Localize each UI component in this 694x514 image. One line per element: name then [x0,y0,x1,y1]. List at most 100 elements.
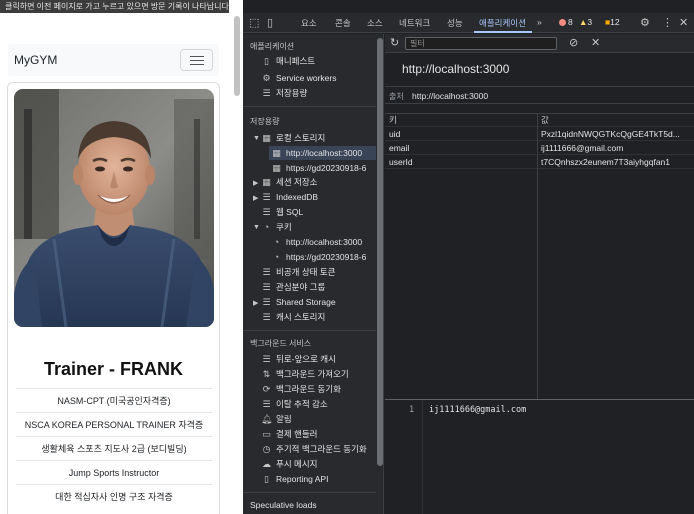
table-row-selected[interactable]: email ij1111666@gmail.com [385,142,694,155]
sidebar-scrollbar-thumb[interactable] [377,38,383,466]
sidebar-item-service-workers[interactable]: ⚙ Service workers [261,71,336,85]
sidebar-item-cookies[interactable]: ◔ 쿠키 [261,220,292,234]
tab-elements[interactable]: 요소 [301,17,317,29]
tab-application[interactable]: 애플리케이션 [479,17,526,29]
sidebar-item-bounce-tracking[interactable]: ☰ 이탈 추적 감소 [261,397,327,411]
database-icon: ☰ [262,88,271,98]
inspect-element-icon[interactable]: ⬚ [249,16,259,30]
sidebar-scrollbar[interactable] [376,34,384,514]
section-divider [243,106,376,107]
sidebar-item-push-messaging[interactable]: ☁ 푸시 메시지 [261,457,317,471]
sidebar-item-background-fetch[interactable]: ⇅ 백그라운드 가져오기 [261,367,349,381]
sidebar-item-interest-groups[interactable]: ☰ 관심분야 그룹 [261,280,325,294]
sidebar-item-local-origin[interactable]: ▦ http://localhost:3000 [269,146,376,160]
sidebar-item-label: https://gd20230918-6 [286,252,367,262]
sidebar-item-periodic-sync[interactable]: ◷ 주기적 백그라운드 동기화 [261,442,367,456]
clear-all-icon[interactable]: ⊘ [569,36,578,50]
sidebar-item-payment-handler[interactable]: ▭ 결제 핸들러 [261,427,317,441]
section-divider [243,330,376,331]
origin-heading: http://localhost:3000 [402,62,510,76]
refresh-icon[interactable]: ↻ [390,36,399,50]
sidebar-item-label: 비공개 상태 토큰 [276,267,336,277]
table-icon: ▦ [272,163,281,173]
sidebar-item-label: 주기적 백그라운드 동기화 [276,444,367,454]
expand-arrow-icon[interactable]: ▼ [253,135,260,142]
column-header-value[interactable]: 값 [541,114,691,127]
database-icon: ☰ [262,297,271,307]
sidebar-item-label: http://localhost:3000 [286,148,363,158]
collapse-arrow-icon[interactable]: ▶ [253,299,258,307]
cookie-icon: ◔ [263,222,270,232]
tab-network[interactable]: 네트워크 [399,17,430,29]
error-badge[interactable]: 8 [559,17,573,27]
sidebar-item-manifest[interactable]: ▯ 매니페스트 [261,54,315,68]
sidebar-item-bfcache[interactable]: ☰ 뒤로-앞으로 캐시 [261,352,336,366]
sidebar-item-label: 결제 핸들러 [276,429,318,439]
sidebar-item-websql[interactable]: ☰ 웹 SQL [261,205,303,219]
preview-value-text: ij1111666@gmail.com [429,405,527,415]
tab-performance[interactable]: 성능 [447,17,463,29]
warning-badge[interactable]: ▲3 [579,17,592,27]
row-value: Pxzl1qidnNWQGTKcQgGE4TkT5d... [541,129,680,139]
arrows-updown-icon: ⇅ [262,369,271,379]
issues-badge[interactable]: ■12 [605,17,620,27]
clock-icon: ◷ [262,444,271,454]
filter-toolbar: ↻ ⊘ ✕ [385,34,694,53]
sidebar-item-cache-storage[interactable]: ☰ 캐시 스토리지 [261,310,325,324]
device-toolbar-icon[interactable]: ▯ [267,16,273,30]
gear-icon: ⚙ [262,73,271,83]
sidebar-item-cookie-origin-2[interactable]: ◔ https://gd20230918-6 [271,250,367,264]
sidebar-item-label: https://gd20230918-6 [286,163,367,173]
database-icon: ☰ [262,282,271,292]
database-icon: ☰ [262,267,271,277]
sidebar-item-cookie-origin[interactable]: ◔ http://localhost:3000 [271,235,362,249]
page-scrollbar[interactable] [234,16,240,96]
sidebar-item-shared-storage[interactable]: ☰ Shared Storage [261,295,335,309]
sidebar-item-local-origin-2[interactable]: ▦ https://gd20230918-6 [271,161,366,175]
section-title-background-services: 백그라운드 서비스 [250,339,312,348]
delete-selected-icon[interactable]: ✕ [591,36,600,50]
sidebar-item-label: 관심분야 그룹 [276,282,326,292]
settings-gear-icon[interactable]: ⚙ [640,16,650,30]
sidebar-item-label: IndexedDB [276,192,319,202]
back-button-tooltip: 클릭하면 이전 페이지로 가고 누르고 있으면 방문 기록이 나타납니다. [0,0,229,13]
sidebar-item-label: 백그라운드 동기화 [276,384,341,394]
tab-console[interactable]: 콘솔 [335,17,351,29]
sidebar-item-reporting-api[interactable]: ▯ Reporting API [261,472,328,486]
column-resize-handle[interactable] [537,113,538,399]
collapse-arrow-icon[interactable]: ▶ [253,194,258,202]
navbar-toggle-button[interactable] [180,49,213,71]
certification-item: NASM-CPT (미국공인자격증) [16,388,212,412]
sidebar-item-indexeddb[interactable]: ☰ IndexedDB [261,190,318,204]
collapse-arrow-icon[interactable]: ▶ [253,179,258,187]
more-tabs-button[interactable]: » [537,17,542,27]
sidebar-item-local-storage[interactable]: ▦ 로컬 스토리지 [261,131,325,145]
storage-main-pane: ↻ ⊘ ✕ http://localhost:3000 출처 http://lo… [385,34,694,514]
menu-icon-bar [190,64,204,65]
screen: 클릭하면 이전 페이지로 가고 누르고 있으면 방문 기록이 나타납니다. My… [0,0,694,514]
sidebar-item-label: 뒤로-앞으로 캐시 [276,354,336,364]
trainer-name-heading: Trainer - FRANK [43,359,184,379]
table-icon: ▦ [272,148,281,158]
sidebar-item-private-state-tokens[interactable]: ☰ 비공개 상태 토큰 [261,265,335,279]
tab-sources[interactable]: 소스 [367,17,383,29]
sidebar-item-background-sync[interactable]: ⟳ 백그라운드 동기화 [261,382,341,396]
sidebar-item-label: http://localhost:3000 [286,237,363,247]
sidebar-item-storage[interactable]: ☰ 저장용량 [261,86,307,100]
close-devtools-icon[interactable]: ✕ [679,16,688,30]
cloud-icon: ☁ [262,459,271,469]
kebab-menu-icon[interactable]: ⋮ [662,16,673,30]
row-key: userId [389,157,413,167]
warning-count: 3 [587,17,593,27]
sidebar-item-label: 웹 SQL [276,207,304,217]
table-row[interactable]: userId t7CQnhszx2eunem7T3aiyhgqfan1 [385,156,694,169]
active-tab-indicator [474,31,532,33]
sidebar-item-session-storage[interactable]: ▦ 세션 저장소 [261,175,317,189]
sidebar-item-label: 매니페스트 [276,56,316,66]
sidebar-item-notifications[interactable]: 🔔︎ 알림 [261,412,292,426]
filter-input[interactable] [405,37,557,50]
brand-logo-text[interactable]: MyGYM [14,53,57,67]
table-row[interactable]: uid Pxzl1qidnNWQGTKcQgGE4TkT5d... [385,128,694,141]
expand-arrow-icon[interactable]: ▼ [253,224,260,231]
column-header-key[interactable]: 키 [389,114,535,127]
